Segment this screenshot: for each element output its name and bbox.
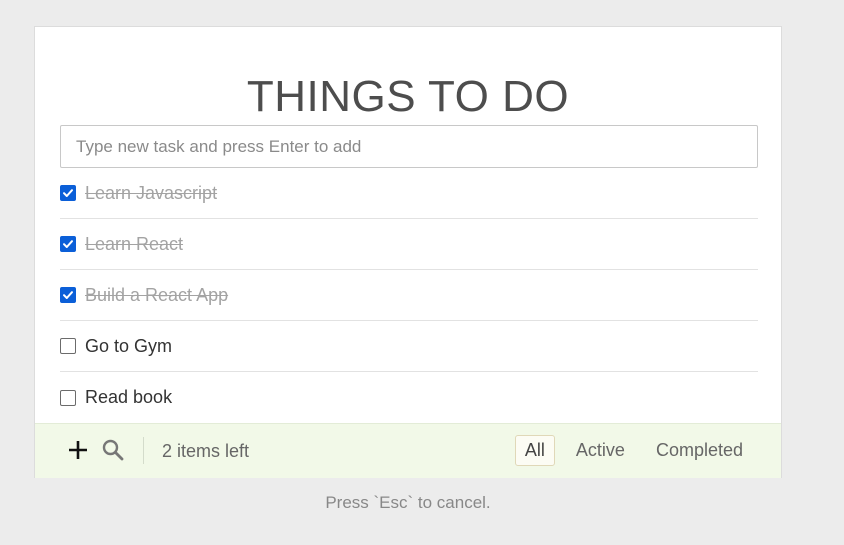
todo-checkbox[interactable] — [60, 185, 76, 201]
page-title: THINGS TO DO — [246, 72, 570, 121]
todo-card: THINGS TO DO Learn Javascript Learn Reac… — [34, 26, 782, 478]
checkmark-icon — [63, 291, 73, 299]
items-left-count: 2 items left — [162, 441, 250, 461]
todo-item[interactable]: Go to Gym — [60, 321, 758, 372]
plus-icon[interactable] — [66, 438, 90, 462]
todo-list: Learn Javascript Learn React Build a Rea… — [60, 168, 758, 423]
search-icon[interactable] — [101, 438, 125, 462]
filter-active[interactable]: Active — [566, 435, 635, 466]
todo-label: Go to Gym — [85, 335, 173, 356]
todo-label: Learn React — [85, 233, 184, 254]
todo-checkbox[interactable] — [60, 287, 76, 303]
todo-label: Learn Javascript — [85, 182, 218, 203]
todo-label: Read book — [85, 387, 173, 407]
todo-item[interactable]: Build a React App — [60, 270, 758, 321]
checkmark-icon — [63, 189, 73, 197]
todo-item[interactable]: Learn Javascript — [60, 168, 758, 219]
filter-all[interactable]: All — [514, 435, 555, 466]
checkmark-icon — [63, 240, 73, 248]
todo-footer: 2 items left All Active Completed — [35, 423, 781, 478]
todo-checkbox[interactable] — [60, 236, 76, 252]
filter-group: All Active Completed — [504, 435, 753, 466]
todo-checkbox[interactable] — [60, 338, 76, 354]
filter-completed[interactable]: Completed — [646, 435, 753, 466]
todo-item[interactable]: Learn React — [60, 219, 758, 270]
cancel-hint: Press `Esc` to cancel. — [325, 493, 491, 512]
new-task-input[interactable] — [60, 125, 758, 168]
footer-divider — [143, 437, 144, 464]
todo-checkbox[interactable] — [60, 389, 76, 406]
todo-label: Build a React App — [85, 284, 229, 305]
todo-item[interactable]: Read book — [60, 372, 758, 423]
